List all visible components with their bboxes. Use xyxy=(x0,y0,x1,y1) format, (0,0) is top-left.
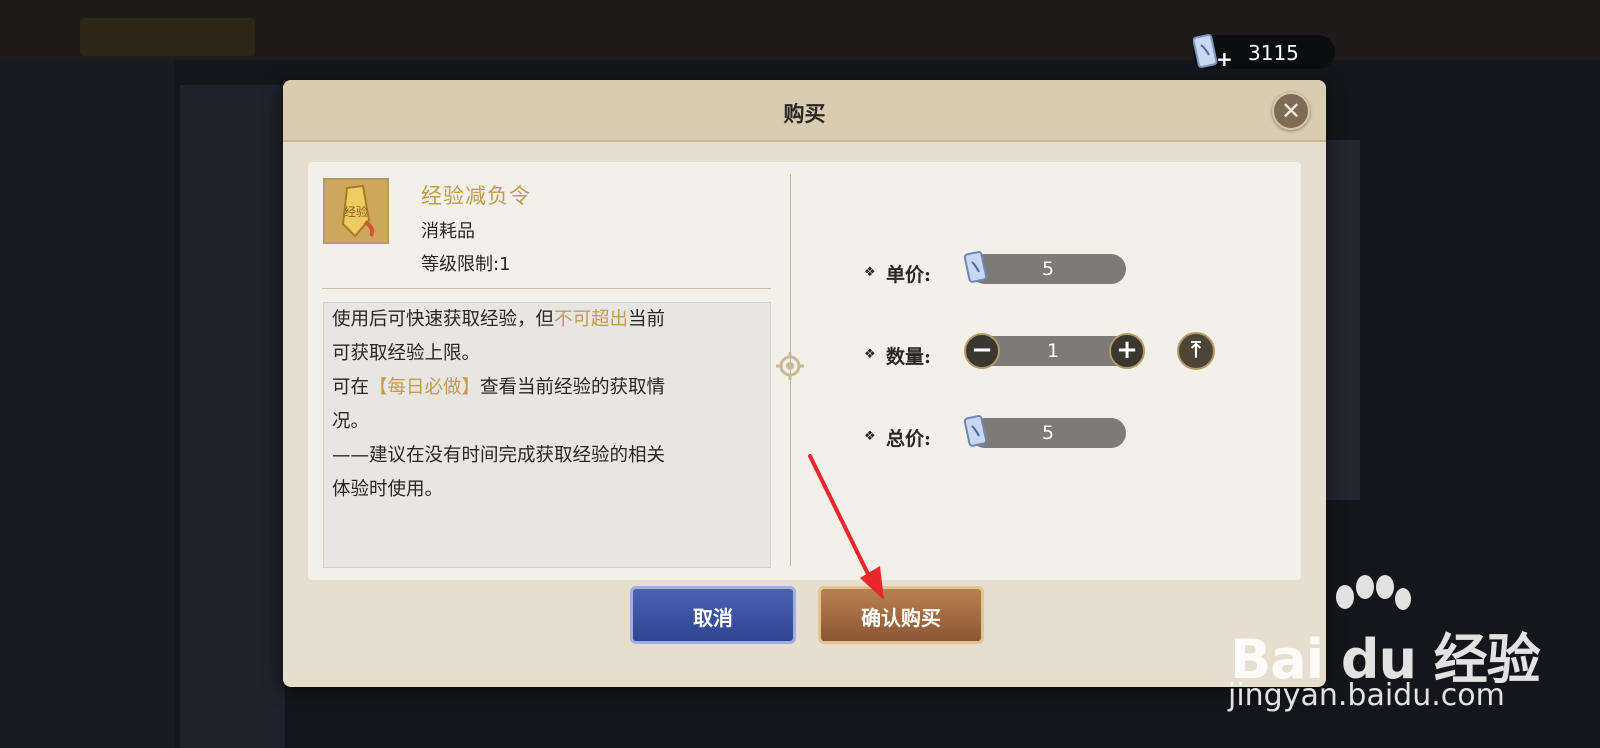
description-line: 可获取经验上限。 xyxy=(332,343,481,364)
purchase-dialog: 购买 ✕ 经验 经验减负令 消耗品 等级限制:1 使用后可快速获取经验，但不可超… xyxy=(283,80,1326,687)
currency-display[interactable]: + 3115 xyxy=(1193,34,1335,69)
description-line: 况。 xyxy=(332,411,370,432)
decrease-button[interactable]: − xyxy=(964,333,1000,369)
ticket-icon xyxy=(963,414,988,447)
item-level-limit: 等级限制:1 xyxy=(421,254,511,275)
cancel-button[interactable]: 取消 xyxy=(630,586,796,644)
panel-separator xyxy=(322,288,771,289)
total-price-label: 总价: xyxy=(886,428,932,450)
max-quantity-button[interactable]: ⤒ xyxy=(1177,332,1215,370)
ticket-icon xyxy=(963,250,988,283)
paw-icon xyxy=(1336,575,1411,610)
game-sidebar xyxy=(0,60,175,748)
unit-price-value: 5 xyxy=(970,254,1126,284)
bullet-icon: ❖ xyxy=(864,265,876,280)
ornament-icon xyxy=(776,352,804,380)
description-tip: ——建议在没有时间完成获取经验的相关 xyxy=(332,445,666,466)
currency-amount: 3115 xyxy=(1248,41,1299,65)
total-price-value: 5 xyxy=(970,418,1126,448)
bullet-icon: ❖ xyxy=(864,429,876,444)
close-icon[interactable]: ✕ xyxy=(1272,92,1310,130)
svg-text:经验: 经验 xyxy=(344,204,368,219)
item-description[interactable]: 使用后可快速获取经验，但不可超出当前 可获取经验上限。 可在【每日必做】查看当前… xyxy=(323,302,771,568)
confirm-purchase-button[interactable]: 确认购买 xyxy=(818,586,984,644)
watermark-url: jingyan.baidu.com xyxy=(1228,678,1505,713)
token-icon: 经验 xyxy=(325,180,387,242)
item-panel: 经验 经验减负令 消耗品 等级限制:1 使用后可快速获取经验，但不可超出当前 可… xyxy=(308,162,1301,580)
quantity-label: 数量: xyxy=(886,346,932,368)
daily-task-link: 【每日必做】 xyxy=(369,377,481,398)
add-currency-icon[interactable]: + xyxy=(1216,49,1233,69)
increase-button[interactable]: + xyxy=(1109,333,1145,369)
bullet-icon: ❖ xyxy=(864,347,876,362)
description-line: 使用后可快速获取经验，但不可超出当前 xyxy=(332,309,666,330)
description-tip: 体验时使用。 xyxy=(332,479,444,500)
game-active-tab xyxy=(80,18,255,56)
item-name: 经验减负令 xyxy=(421,184,531,208)
item-icon: 经验 xyxy=(323,178,389,244)
unit-price-label: 单价: xyxy=(886,264,932,286)
description-line: 可在【每日必做】查看当前经验的获取情 xyxy=(332,377,666,398)
dialog-title: 购买 xyxy=(783,101,826,126)
item-type: 消耗品 xyxy=(421,221,475,242)
game-list-column xyxy=(180,85,285,748)
dialog-header: 购买 ✕ xyxy=(283,80,1326,142)
